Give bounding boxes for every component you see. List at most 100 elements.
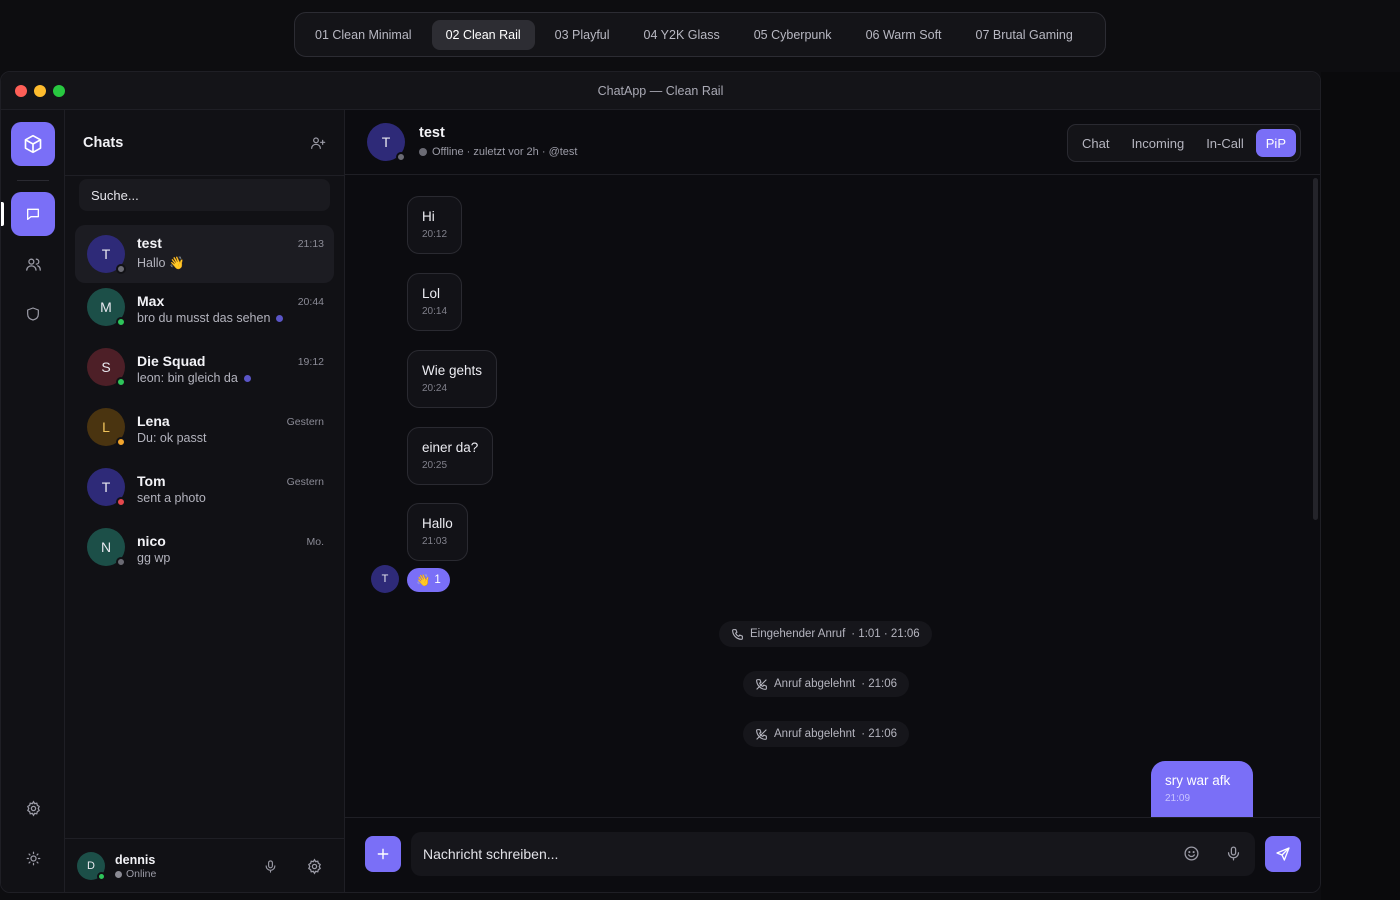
emoji-icon[interactable] xyxy=(1183,845,1200,862)
maximize-window-button[interactable] xyxy=(53,85,65,97)
message-time: 21:09 xyxy=(1165,793,1191,804)
microphone-icon[interactable] xyxy=(1225,845,1242,862)
message-composer: Nachricht schreiben... xyxy=(345,817,1320,892)
status-dot xyxy=(115,870,122,878)
message-bubble: Hallo 21:03 xyxy=(407,503,468,561)
chat-item-max[interactable]: M Max 20:44 bro du musst das sehen xyxy=(75,288,334,346)
rail-security-button[interactable] xyxy=(11,292,55,336)
chat-icon xyxy=(27,208,39,220)
status-dot xyxy=(97,872,106,881)
avatar-initial: T xyxy=(381,134,391,150)
chat-name: test xyxy=(137,235,162,251)
title-bar: ChatApp — Clean Rail xyxy=(1,72,1320,110)
status-dot xyxy=(116,437,126,447)
contact-status: Offline · zuletzt vor 2h · @test xyxy=(419,146,577,158)
message-time: 20:14 xyxy=(422,306,448,317)
rail-divider xyxy=(17,180,49,181)
chat-item-die-squad[interactable]: S Die Squad 19:12 leon: bin gleich da xyxy=(75,348,334,406)
unread-dot xyxy=(276,314,284,322)
search-input[interactable]: Suche... xyxy=(79,179,330,211)
reaction-chip[interactable]: 👋 1 xyxy=(407,568,450,592)
contact-name: test xyxy=(419,125,445,141)
chat-preview-text: Hallo 👋 xyxy=(137,256,185,270)
call-event: Anruf abgelehnt · 21:06 xyxy=(743,721,910,747)
status-dot xyxy=(116,497,126,507)
avatar: T xyxy=(87,235,126,274)
rail-settings-button[interactable] xyxy=(11,786,55,830)
avatar-initial: T xyxy=(101,246,111,262)
phone-off-icon xyxy=(756,728,767,740)
call-event: Anruf abgelehnt · 21:06 xyxy=(743,671,910,697)
unread-dot xyxy=(243,374,251,382)
chat-item-tom[interactable]: T Tom Gestern sent a photo xyxy=(75,468,334,526)
chat-time: 21:13 xyxy=(297,238,324,250)
microphone-icon[interactable] xyxy=(263,859,278,874)
message-text: sry war afk xyxy=(1165,773,1231,788)
close-window-button[interactable] xyxy=(15,85,27,97)
theme-tab-brutal-gaming[interactable]: 07 Brutal Gaming xyxy=(962,20,1087,50)
chat-time: Gestern xyxy=(286,476,324,488)
chat-item-lena[interactable]: L Lena Gestern Du: ok passt xyxy=(75,408,334,466)
message-scrollbar[interactable] xyxy=(1313,178,1318,520)
send-button[interactable] xyxy=(1265,836,1301,872)
rail-chats-button[interactable] xyxy=(11,192,55,236)
message-time: 20:24 xyxy=(422,383,448,394)
call-event-detail: · 21:06 xyxy=(861,678,898,690)
chat-preview: leon: bin gleich da xyxy=(137,371,251,385)
avatar-initial: D xyxy=(87,860,95,872)
chat-preview-text: leon: bin gleich da xyxy=(137,371,238,385)
theme-tab-clean-rail[interactable]: 02 Clean Rail xyxy=(431,19,535,50)
message-input[interactable]: Nachricht schreiben... xyxy=(423,846,558,862)
chat-preview: Du: ok passt xyxy=(137,431,206,445)
contact-avatar[interactable]: T xyxy=(367,123,406,162)
add-user-icon[interactable] xyxy=(310,135,326,151)
call-event-label: Eingehender Anruf xyxy=(750,628,846,640)
tab-incoming[interactable]: Incoming xyxy=(1121,129,1194,157)
minimize-window-button[interactable] xyxy=(34,85,46,97)
conversation-panel: T test Offline · zuletzt vor 2h · @test … xyxy=(345,110,1320,892)
outgoing-message-bubble: sry war afk 21:09 xyxy=(1151,761,1253,817)
tab-chat[interactable]: Chat xyxy=(1072,129,1119,157)
theme-tab-playful[interactable]: 03 Playful xyxy=(541,20,624,50)
tab-pip[interactable]: PiP xyxy=(1255,129,1296,157)
attach-button[interactable] xyxy=(365,836,401,872)
user-avatar[interactable]: D xyxy=(77,852,106,881)
chat-preview: gg wp xyxy=(137,551,170,565)
gear-icon[interactable] xyxy=(306,858,323,875)
chat-time: 19:12 xyxy=(297,356,324,368)
theme-tab-warm-soft[interactable]: 06 Warm Soft xyxy=(852,20,956,50)
phone-off-icon xyxy=(756,678,767,690)
app-logo[interactable] xyxy=(11,122,55,166)
chat-name: Die Squad xyxy=(137,353,206,369)
rail-contacts-button[interactable] xyxy=(11,242,55,286)
call-event-detail: · 1:01 · 21:06 xyxy=(851,628,920,640)
theme-tab-clean-minimal[interactable]: 01 Clean Minimal xyxy=(301,20,426,50)
user-status: Online xyxy=(115,868,156,880)
tab-in-call[interactable]: In-Call xyxy=(1196,129,1254,157)
background-panel xyxy=(1321,72,1400,900)
status-dot xyxy=(116,317,126,327)
message-bubble: Wie gehts 20:24 xyxy=(407,350,498,408)
reaction-count: 1 xyxy=(434,574,441,586)
chat-time: 20:44 xyxy=(297,296,324,308)
plus-icon xyxy=(377,848,389,860)
user-name: dennis xyxy=(115,853,156,867)
conversation-header: T test Offline · zuletzt vor 2h · @test … xyxy=(345,110,1320,175)
chat-item-test[interactable]: T test 21:13 Hallo 👋 xyxy=(75,225,334,283)
status-dot xyxy=(116,264,126,274)
chat-time: Mo. xyxy=(306,536,324,548)
message-text: Lol xyxy=(422,286,441,301)
status-dot xyxy=(396,152,406,162)
chat-preview-text: bro du musst das sehen xyxy=(137,311,271,325)
current-user-bar: D dennis Online xyxy=(65,838,345,892)
chat-name: Max xyxy=(137,293,165,309)
message-bubble: Lol 20:14 xyxy=(407,273,463,331)
chat-item-nico[interactable]: N nico Mo. gg wp xyxy=(75,528,334,586)
message-bubble: Hi 20:12 xyxy=(407,196,463,254)
chat-preview: Hallo 👋 xyxy=(137,256,185,271)
theme-tab-cyberpunk[interactable]: 05 Cyberpunk xyxy=(740,20,846,50)
theme-tab-y2k-glass[interactable]: 04 Y2K Glass xyxy=(630,20,734,50)
phone-icon xyxy=(732,628,743,640)
rail-theme-button[interactable] xyxy=(11,836,55,880)
cube-icon xyxy=(24,134,42,154)
